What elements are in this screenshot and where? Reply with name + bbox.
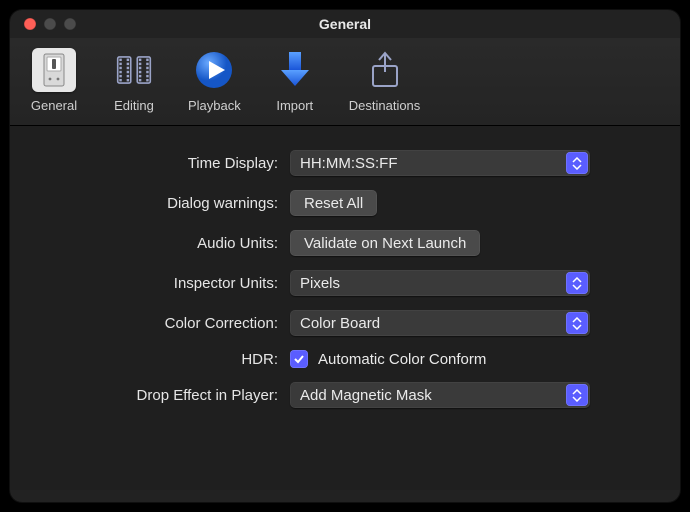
tab-import[interactable]: Import (265, 46, 325, 115)
chevron-updown-icon (566, 152, 588, 174)
hdr-label: HDR: (50, 351, 290, 368)
reset-all-button[interactable]: Reset All (290, 190, 377, 216)
check-icon (293, 353, 305, 365)
color-correction-label: Color Correction: (50, 315, 290, 332)
close-window-button[interactable] (24, 18, 36, 30)
color-correction-select[interactable]: Color Board (290, 310, 590, 336)
tab-editing-label: Editing (114, 98, 154, 113)
validate-audio-units-button[interactable]: Validate on Next Launch (290, 230, 480, 256)
dialog-warnings-label: Dialog warnings: (50, 195, 290, 212)
inspector-units-value: Pixels (300, 275, 340, 292)
time-display-value: HH:MM:SS:FF (300, 155, 398, 172)
audio-units-label: Audio Units: (50, 235, 290, 252)
preferences-toolbar: General Editing (10, 38, 680, 126)
color-correction-value: Color Board (300, 315, 380, 332)
drop-effect-value: Add Magnetic Mask (300, 387, 432, 404)
tab-editing[interactable]: Editing (104, 46, 164, 115)
drop-effect-select[interactable]: Add Magnetic Mask (290, 382, 590, 408)
download-icon (273, 48, 317, 92)
preferences-window: General General (10, 10, 680, 502)
chevron-updown-icon (566, 312, 588, 334)
window-controls (10, 18, 76, 30)
time-display-select[interactable]: HH:MM:SS:FF (290, 150, 590, 176)
tab-destinations-label: Destinations (349, 98, 421, 113)
titlebar: General (10, 10, 680, 38)
chevron-updown-icon (566, 384, 588, 406)
play-icon (192, 48, 236, 92)
tab-playback[interactable]: Playback (184, 46, 245, 115)
tab-playback-label: Playback (188, 98, 241, 113)
chevron-updown-icon (566, 272, 588, 294)
time-display-label: Time Display: (50, 155, 290, 172)
minimize-window-button[interactable] (44, 18, 56, 30)
inspector-units-select[interactable]: Pixels (290, 270, 590, 296)
drop-effect-label: Drop Effect in Player: (50, 387, 290, 404)
filmstrip-icon (112, 48, 156, 92)
zoom-window-button[interactable] (64, 18, 76, 30)
general-settings-panel: Time Display: HH:MM:SS:FF Dialog warning… (10, 126, 680, 490)
share-icon (363, 48, 407, 92)
tab-general[interactable]: General (24, 46, 84, 115)
tab-destinations[interactable]: Destinations (345, 46, 425, 115)
hdr-auto-conform-checkbox[interactable] (290, 350, 308, 368)
tab-import-label: Import (276, 98, 313, 113)
inspector-units-label: Inspector Units: (50, 275, 290, 292)
window-title: General (10, 16, 680, 32)
tab-general-label: General (31, 98, 77, 113)
hdr-checkbox-label: Automatic Color Conform (318, 351, 486, 368)
switch-icon (32, 48, 76, 92)
